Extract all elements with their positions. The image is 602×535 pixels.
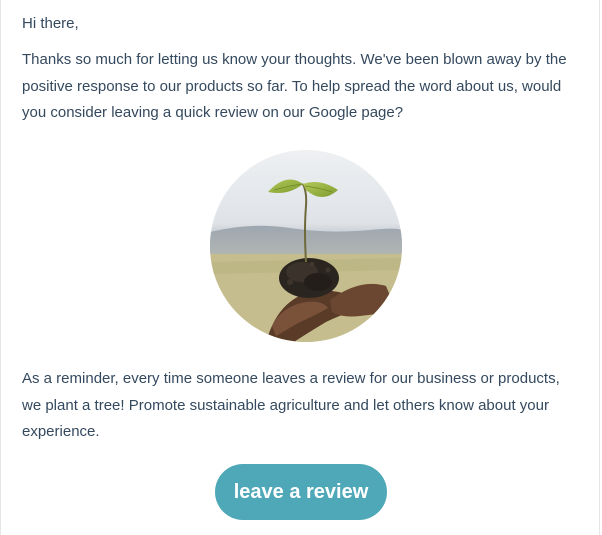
- seedling-image: [210, 150, 402, 342]
- greeting-text: Hi there,: [22, 15, 79, 32]
- email-body: Hi there, Thanks so much for letting us …: [0, 0, 600, 535]
- intro-paragraph: Thanks so much for letting us know your …: [22, 51, 567, 121]
- leave-review-button[interactable]: leave a review: [215, 464, 387, 520]
- reminder-paragraph: As a reminder, every time someone leaves…: [22, 370, 560, 440]
